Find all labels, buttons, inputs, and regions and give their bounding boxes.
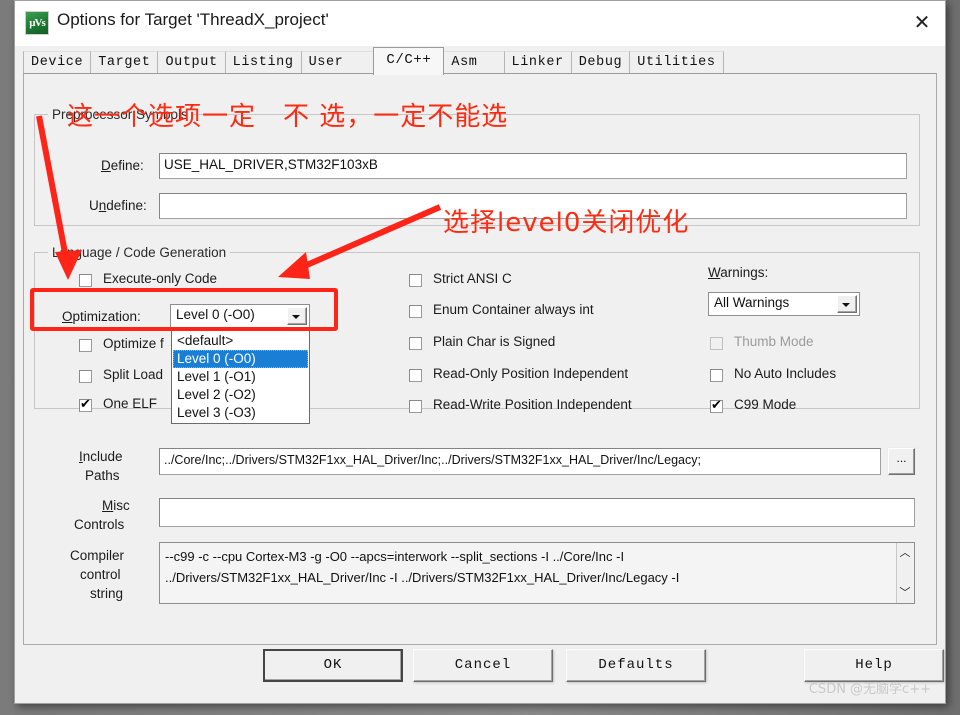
dropdown-option-level1[interactable]: Level 1 (-O1) bbox=[173, 368, 308, 386]
checkbox-optimize-for-time[interactable] bbox=[79, 339, 92, 352]
label-optimize-for-time: Optimize f bbox=[103, 336, 164, 351]
watermark-text: CSDN @无脑学c++ bbox=[808, 682, 931, 697]
tab-listing[interactable]: Listing bbox=[224, 51, 302, 74]
checkbox-thumb-mode[interactable] bbox=[710, 337, 723, 350]
checkbox-read-only-position-independent[interactable] bbox=[409, 369, 422, 382]
keil-uvision-icon: µVs bbox=[25, 11, 49, 35]
misc-controls-input[interactable] bbox=[159, 498, 915, 527]
tab-utilities[interactable]: Utilities bbox=[629, 51, 724, 74]
cancel-button[interactable]: Cancel bbox=[413, 649, 553, 682]
tab-linker[interactable]: Linker bbox=[503, 51, 572, 74]
warnings-combo[interactable]: All Warnings bbox=[708, 292, 860, 316]
compiler-string-line2: ../Drivers/STM32F1xx_HAL_Driver/Inc -I .… bbox=[165, 570, 680, 585]
checkbox-split-load-store[interactable] bbox=[79, 370, 92, 383]
tab-device[interactable]: Device bbox=[23, 51, 92, 74]
include-paths-label-line1: Include bbox=[79, 449, 123, 464]
close-icon[interactable]: ✕ bbox=[899, 1, 945, 46]
label-split-load-store: Split Load bbox=[103, 367, 164, 382]
label-no-auto-includes: No Auto Includes bbox=[734, 366, 837, 381]
misc-controls-label-line1: Misc bbox=[102, 498, 130, 513]
label-read-write-position-independent: Read-Write Position Independent bbox=[433, 397, 632, 412]
tab-output[interactable]: Output bbox=[157, 51, 226, 74]
compiler-string-label-line1: Compiler bbox=[70, 548, 125, 563]
label-execute-only-code: Execute-only Code bbox=[103, 271, 218, 286]
annotation-highlight-optimization bbox=[30, 288, 338, 331]
label-read-only-position-independent: Read-Only Position Independent bbox=[433, 366, 629, 381]
include-paths-browse-button[interactable]: ... bbox=[888, 448, 915, 475]
undefine-label: Undefine: bbox=[89, 198, 147, 213]
checkbox-strict-ansi-c[interactable] bbox=[409, 274, 422, 287]
dropdown-option-level3[interactable]: Level 3 (-O3) bbox=[173, 404, 308, 422]
annotation-note-middle: 选择level0关闭优化 bbox=[443, 208, 690, 238]
tab-target[interactable]: Target bbox=[90, 51, 159, 74]
language-group-title: Language / Code Generation bbox=[48, 245, 231, 260]
compiler-string-label-line2: control bbox=[80, 567, 121, 582]
checkbox-execute-only-code[interactable] bbox=[79, 274, 92, 287]
checkbox-read-write-position-independent[interactable] bbox=[409, 400, 422, 413]
checkbox-enum-container-always-int[interactable] bbox=[409, 305, 422, 318]
tab-asm[interactable]: Asm bbox=[443, 51, 505, 74]
tab-c-cpp[interactable]: C/C++ bbox=[373, 47, 445, 75]
checkbox-c99-mode[interactable] bbox=[710, 397, 723, 413]
tab-debug[interactable]: Debug bbox=[570, 51, 631, 74]
define-label: Define: bbox=[101, 158, 144, 173]
label-plain-char-is-signed: Plain Char is Signed bbox=[433, 334, 556, 349]
misc-controls-label-line2: Controls bbox=[74, 517, 125, 532]
define-input[interactable]: USE_HAL_DRIVER,STM32F103xB bbox=[159, 153, 907, 179]
dropdown-option-level0[interactable]: Level 0 (-O0) bbox=[173, 350, 308, 368]
label-c99-mode: C99 Mode bbox=[734, 397, 797, 412]
warnings-label: Warnings: bbox=[708, 265, 769, 280]
compiler-string-line1: --c99 -c --cpu Cortex-M3 -g -O0 --apcs=i… bbox=[165, 549, 625, 564]
window-title: Options for Target 'ThreadX_project' bbox=[57, 10, 329, 29]
title-bar: µVs Options for Target 'ThreadX_project'… bbox=[15, 1, 945, 47]
include-paths-input[interactable]: ../Core/Inc;../Drivers/STM32F1xx_HAL_Dri… bbox=[159, 448, 881, 475]
optimization-dropdown-list[interactable]: <default> Level 0 (-O0) Level 1 (-O1) Le… bbox=[171, 330, 310, 424]
label-strict-ansi-c: Strict ANSI C bbox=[433, 271, 512, 286]
dropdown-option-level2[interactable]: Level 2 (-O2) bbox=[173, 386, 308, 404]
ok-button[interactable]: OK bbox=[263, 649, 403, 682]
checkbox-one-elf-section[interactable] bbox=[79, 396, 92, 412]
chevron-down-icon-warnings[interactable] bbox=[837, 295, 857, 313]
compiler-string-scrollbar[interactable]: ︿ ﹀ bbox=[896, 543, 913, 603]
tab-strip: Device Target Output Listing User C/C++ … bbox=[15, 46, 945, 75]
checkbox-plain-char-is-signed[interactable] bbox=[409, 337, 422, 350]
defaults-button[interactable]: Defaults bbox=[566, 649, 706, 682]
warnings-value: All Warnings bbox=[714, 295, 790, 310]
scroll-up-icon[interactable]: ︿ bbox=[897, 545, 913, 561]
label-one-elf-section: One ELF bbox=[103, 396, 158, 411]
compiler-string-label-line3: string bbox=[90, 586, 124, 601]
compiler-control-string-box[interactable]: --c99 -c --cpu Cortex-M3 -g -O0 --apcs=i… bbox=[159, 542, 915, 604]
label-enum-container-always-int: Enum Container always int bbox=[433, 302, 594, 317]
include-paths-label-line2: Paths bbox=[85, 468, 120, 483]
scroll-down-icon[interactable]: ﹀ bbox=[897, 585, 913, 601]
tab-page-c-cpp: Preprocessor Symbols Define: USE_HAL_DRI… bbox=[23, 73, 937, 645]
label-thumb-mode: Thumb Mode bbox=[734, 334, 814, 349]
annotation-note-top: 这一个选项一定 不 选，一定不能选 bbox=[67, 102, 509, 132]
tab-user[interactable]: User bbox=[300, 51, 375, 74]
dropdown-option-default[interactable]: <default> bbox=[173, 332, 308, 350]
checkbox-no-auto-includes[interactable] bbox=[710, 369, 723, 382]
